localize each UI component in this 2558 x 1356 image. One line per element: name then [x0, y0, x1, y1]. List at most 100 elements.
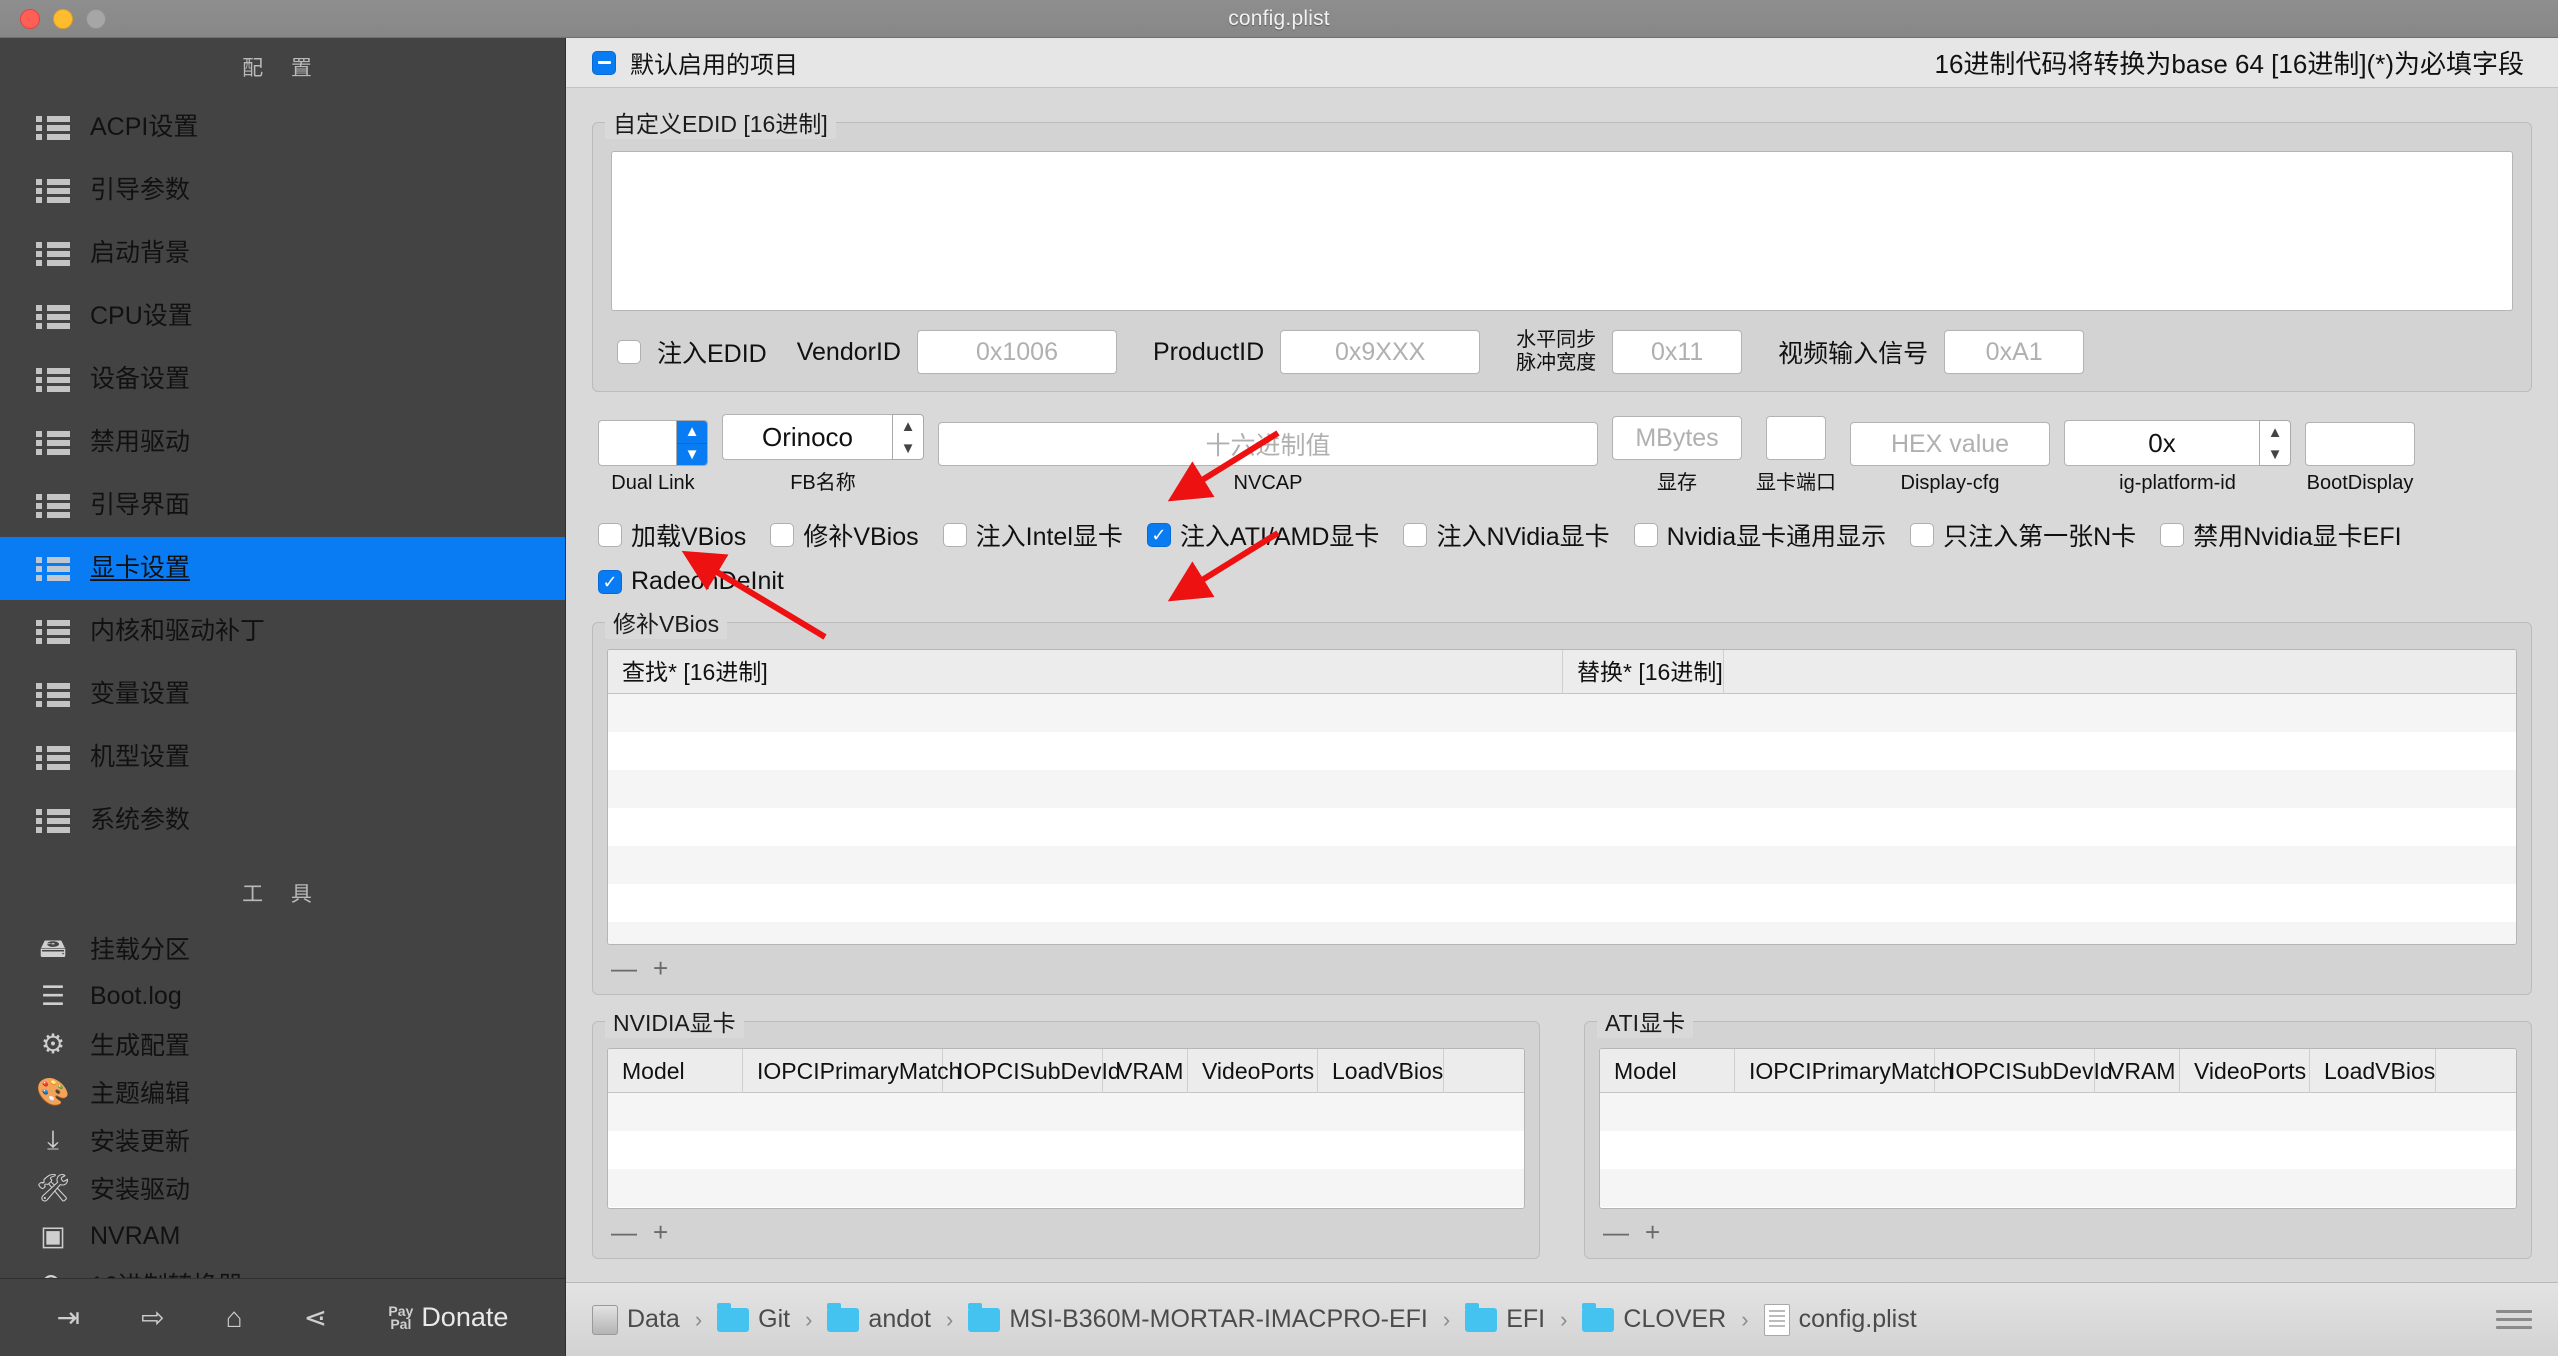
checkbox-item-checkboxes_row1-2[interactable]: 注入Intel显卡 — [942, 517, 1123, 553]
sidebar-item-10[interactable]: 机型设置 — [0, 726, 565, 789]
sidebar-item-11[interactable]: 系统参数 — [0, 789, 565, 852]
ati-table-footer[interactable]: — + — [1599, 1209, 2517, 1248]
sidebar-item-2[interactable]: 启动背景 — [0, 222, 565, 285]
column-header[interactable]: VRAM — [1103, 1049, 1188, 1093]
table-row[interactable] — [608, 732, 2516, 770]
table-row[interactable] — [608, 1093, 1524, 1131]
export-icon[interactable]: ⇨ — [141, 1301, 164, 1334]
chevron-down-icon[interactable]: ▼ — [893, 437, 923, 459]
chevron-down-icon[interactable]: ▼ — [677, 443, 707, 465]
display-cfg-input[interactable]: HEX value — [1850, 422, 2050, 466]
vram-input[interactable]: MBytes — [1612, 416, 1742, 460]
sidebar-item-6[interactable]: 引导界面 — [0, 474, 565, 537]
sidebar-tool-2[interactable]: ⚙ 生成配置 — [0, 1020, 565, 1068]
sidebar-item-8[interactable]: 内核和驱动补丁 — [0, 600, 565, 663]
ig-platform-id-stepper-arrows[interactable]: ▲ ▼ — [2259, 420, 2291, 466]
checkbox-6[interactable] — [1910, 523, 1935, 547]
checkbox-1[interactable] — [770, 523, 795, 547]
sidebar-tool-5[interactable]: 🛠 安装驱动 — [0, 1164, 565, 1212]
patch-vbios-table[interactable]: 查找* [16进制] 替换* [16进制] — [607, 649, 2517, 945]
patch-vbios-footer[interactable]: — + — [607, 945, 2517, 984]
patch-vbios-body[interactable] — [608, 694, 2516, 944]
fb-name-stepper-arrows[interactable]: ▲ ▼ — [892, 414, 924, 460]
import-icon[interactable]: ⇥ — [57, 1301, 80, 1334]
sidebar-item-7[interactable]: 显卡设置 — [0, 537, 565, 600]
table-row[interactable] — [608, 1131, 1524, 1169]
sidebar-item-9[interactable]: 变量设置 — [0, 663, 565, 726]
checkbox-item-checkboxes_row1-4[interactable]: 注入NVidia显卡 — [1403, 517, 1610, 553]
sidebar-item-0[interactable]: ACPI设置 — [0, 96, 565, 159]
dual-link-input[interactable] — [598, 420, 676, 466]
column-header[interactable]: IOPCIPrimaryMatch — [743, 1049, 961, 1093]
vendor-id-input[interactable]: 0x1006 — [916, 330, 1117, 374]
column-header[interactable]: IOPCISubDevId — [943, 1049, 1121, 1093]
sidebar-item-1[interactable]: 引导参数 — [0, 159, 565, 222]
video-input-field[interactable]: 0xA1 — [1944, 330, 2085, 374]
sidebar-tool-3[interactable]: 🎨 主题编辑 — [0, 1068, 565, 1116]
column-header[interactable]: LoadVBios — [2310, 1049, 2437, 1093]
ati-add-button[interactable]: + — [1645, 1217, 1660, 1248]
column-header[interactable]: IOPCIPrimaryMatch — [1735, 1049, 1953, 1093]
donate-button[interactable]: Pay Pal Donate — [388, 1302, 508, 1333]
sidebar-item-4[interactable]: 设备设置 — [0, 348, 565, 411]
nvcap-input[interactable]: 十六进制值 — [938, 422, 1598, 466]
checkbox-0[interactable] — [598, 569, 622, 594]
column-header[interactable]: VideoPorts — [2180, 1049, 2310, 1093]
dual-link-stepper[interactable]: ▲ ▼ — [598, 420, 708, 466]
hsync-input[interactable]: 0x11 — [1612, 330, 1743, 374]
column-header[interactable]: Model — [1600, 1049, 1735, 1093]
checkbox-item-checkboxes_row1-3[interactable]: 注入ATI/AMD显卡 — [1146, 517, 1379, 553]
sidebar-tool-7[interactable]: ⟳ 16进制转换器 — [0, 1260, 565, 1278]
table-row[interactable] — [608, 884, 2516, 922]
chevron-up-icon[interactable]: ▲ — [893, 415, 923, 437]
table-row[interactable] — [608, 1169, 1524, 1207]
column-header[interactable]: IOPCISubDevId — [1935, 1049, 2113, 1093]
ig-platform-id-input[interactable]: 0x — [2064, 420, 2259, 466]
nvidia-table[interactable]: Model IOPCIPrimaryMatch IOPCISubDevId VRAM V… — [607, 1048, 1525, 1209]
table-row[interactable] — [608, 846, 2516, 884]
ati-remove-button[interactable]: — — [1603, 1217, 1629, 1248]
breadcrumb-item-5[interactable]: CLOVER — [1582, 1302, 1726, 1334]
fb-name-input[interactable]: Orinoco — [722, 414, 892, 460]
table-row[interactable] — [608, 694, 2516, 732]
breadcrumb-item-3[interactable]: MSI-B360M-MORTAR-IMACPRO-EFI — [968, 1302, 1428, 1334]
checkbox-item-checkboxes_row1-1[interactable]: 修补VBios — [770, 517, 919, 553]
default-enabled-checkbox[interactable] — [592, 50, 616, 75]
table-row[interactable] — [608, 922, 2516, 944]
sidebar-tool-6[interactable]: ▣ NVRAM — [0, 1212, 565, 1260]
patch-vbios-remove-button[interactable]: — — [611, 953, 637, 984]
table-row[interactable] — [1600, 1093, 2516, 1131]
checkbox-3[interactable] — [1146, 523, 1171, 547]
breadcrumb-item-4[interactable]: EFI — [1465, 1302, 1545, 1334]
column-header[interactable]: VideoPorts — [1188, 1049, 1318, 1093]
checkbox-item-checkboxes_row1-5[interactable]: Nvidia显卡通用显示 — [1633, 517, 1886, 553]
sidebar-item-5[interactable]: 禁用驱动 — [0, 411, 565, 474]
sidebar-tool-4[interactable]: ⤓ 安装更新 — [0, 1116, 565, 1164]
nvidia-table-footer[interactable]: — + — [607, 1209, 1525, 1248]
video-port-input[interactable] — [1766, 416, 1826, 460]
ig-platform-id-stepper[interactable]: 0x ▲ ▼ — [2064, 420, 2291, 466]
breadcrumb[interactable]: Data › Git › andot › MSI-B360M-MORTAR-IMACPRO-… — [592, 1302, 1917, 1336]
share-icon[interactable]: ⋖ — [304, 1301, 327, 1334]
checkbox-item-checkboxes_row2-0[interactable]: RadeonDeInit — [598, 567, 784, 596]
column-header[interactable]: 替换* [16进制] — [1563, 650, 1724, 694]
checkbox-5[interactable] — [1633, 523, 1658, 547]
ati-table[interactable]: Model IOPCIPrimaryMatch IOPCISubDevId VRAM V… — [1599, 1048, 2517, 1209]
boot-display-input[interactable] — [2305, 422, 2415, 466]
checkbox-4[interactable] — [1403, 523, 1428, 547]
fb-name-stepper[interactable]: Orinoco ▲ ▼ — [722, 414, 924, 460]
checkbox-7[interactable] — [2160, 523, 2185, 547]
column-header[interactable]: LoadVBios — [1318, 1049, 1445, 1093]
ati-table-body[interactable] — [1600, 1093, 2516, 1208]
checkbox-0[interactable] — [598, 523, 622, 547]
product-id-input[interactable]: 0x9XXX — [1280, 330, 1481, 374]
table-row[interactable] — [608, 808, 2516, 846]
column-header[interactable]: Model — [608, 1049, 743, 1093]
nvidia-table-body[interactable] — [608, 1093, 1524, 1208]
table-row[interactable] — [1600, 1131, 2516, 1169]
checkbox-2[interactable] — [942, 523, 967, 547]
menu-icon[interactable] — [2496, 1310, 2532, 1329]
breadcrumb-item-0[interactable]: Data — [592, 1304, 680, 1335]
checkbox-item-checkboxes_row1-7[interactable]: 禁用Nvidia显卡EFI — [2160, 517, 2402, 553]
chevron-down-icon[interactable]: ▼ — [2260, 443, 2290, 465]
